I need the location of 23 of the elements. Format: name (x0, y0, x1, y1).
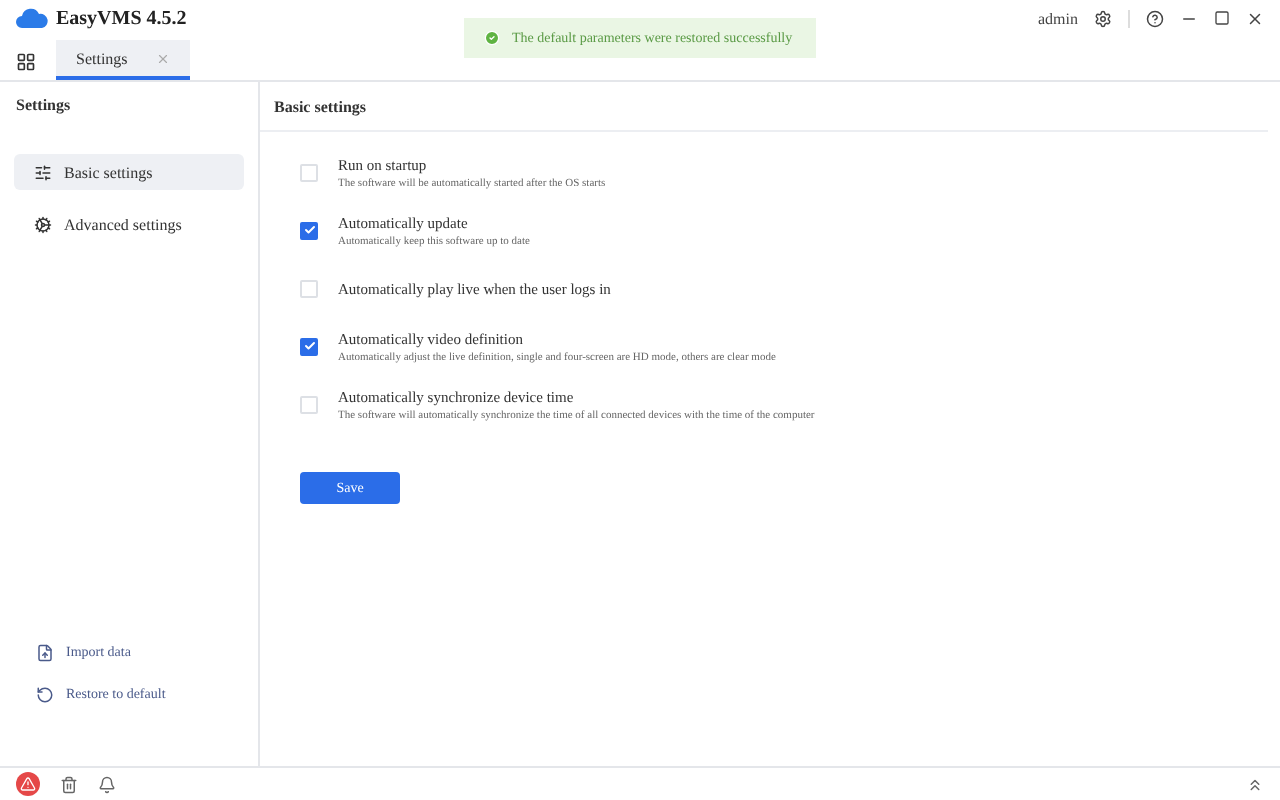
checkbox[interactable] (300, 221, 318, 239)
panel-title: Basic settings (260, 82, 1268, 132)
close-icon[interactable] (1246, 9, 1264, 27)
sidebar-title: Settings (16, 96, 73, 114)
trash-icon[interactable] (60, 775, 78, 793)
file-icon (36, 643, 54, 661)
restore-icon (36, 685, 54, 703)
maximize-icon[interactable] (1214, 10, 1230, 26)
chevrons-up-icon[interactable] (1246, 775, 1264, 793)
user-name[interactable]: admin (1038, 9, 1078, 27)
sidebar-item[interactable]: Basic settings (14, 154, 244, 190)
check-icon (484, 30, 500, 46)
sidebar-item[interactable]: Advanced settings (14, 206, 244, 242)
alert-icon[interactable] (16, 772, 40, 796)
app-title: EasyVMS 4.5.2 (56, 7, 187, 29)
tab[interactable]: Settings (56, 40, 190, 80)
cloud-logo-icon (16, 8, 48, 28)
settings-icon[interactable] (1094, 9, 1112, 27)
grid-menu-icon[interactable] (16, 52, 36, 72)
checkbox[interactable] (300, 337, 318, 355)
bell-icon[interactable] (98, 775, 116, 793)
help-icon[interactable] (1146, 9, 1164, 27)
sliders-icon (34, 163, 52, 181)
